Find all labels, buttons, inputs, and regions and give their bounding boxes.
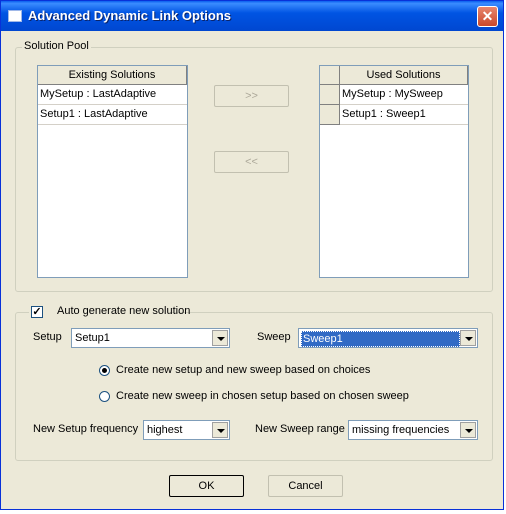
auto-generate-label: Auto generate new solution (57, 305, 191, 317)
setup-label: Setup (33, 331, 62, 343)
close-icon: ✕ (481, 8, 494, 24)
sweep-range-label: New Sweep range (255, 423, 345, 435)
cancel-button[interactable]: Cancel (268, 475, 343, 497)
chevron-down-icon[interactable] (460, 330, 476, 346)
sweep-range-value: missing frequencies (352, 424, 450, 436)
solution-pool-legend: Solution Pool (22, 40, 91, 52)
remove-solution-button[interactable]: << (214, 151, 289, 173)
new-sweep-option-label[interactable]: Create new sweep in chosen setup based o… (116, 390, 409, 402)
auto-generate-legend: ✓ Auto generate new solution (29, 305, 190, 321)
chevron-down-icon[interactable] (212, 330, 228, 346)
window-title: Advanced Dynamic Link Options (28, 8, 231, 23)
sweep-range-dropdown[interactable]: missing frequencies (348, 420, 478, 440)
existing-solutions-list[interactable]: Existing Solutions MySetup : LastAdaptiv… (37, 65, 188, 278)
chevron-down-icon[interactable] (460, 422, 476, 438)
used-solutions-header: Used Solutions (340, 66, 468, 85)
existing-solution-item[interactable]: MySetup : LastAdaptive (38, 85, 187, 105)
used-solution-item[interactable]: Setup1 : Sweep1 (340, 105, 468, 125)
add-solution-button[interactable]: >> (214, 85, 289, 107)
sweep-label: Sweep (257, 331, 291, 343)
row-header[interactable] (320, 105, 340, 125)
setup-frequency-label: New Setup frequency (33, 423, 139, 435)
used-solutions-list[interactable]: Used Solutions MySetup : MySweep Setup1 … (319, 65, 469, 278)
existing-solutions-header: Existing Solutions (38, 66, 187, 85)
dialog-window: Advanced Dynamic Link Options ✕ Solution… (0, 0, 504, 510)
setup-frequency-value: highest (147, 424, 183, 436)
new-sweep-radio[interactable] (99, 391, 110, 402)
used-solution-item[interactable]: MySetup : MySweep (340, 85, 468, 105)
new-setup-radio[interactable] (99, 365, 110, 376)
close-button[interactable]: ✕ (477, 6, 498, 27)
existing-solution-item[interactable]: Setup1 : LastAdaptive (38, 105, 187, 125)
sweep-dropdown[interactable]: Sweep1 (298, 328, 478, 348)
auto-generate-checkbox[interactable]: ✓ (31, 306, 43, 318)
new-setup-option-label[interactable]: Create new setup and new sweep based on … (116, 364, 370, 376)
row-header[interactable] (320, 85, 340, 105)
setup-dropdown-value: Setup1 (75, 332, 110, 344)
ok-button[interactable]: OK (169, 475, 244, 497)
setup-frequency-dropdown[interactable]: highest (143, 420, 230, 440)
title-bar[interactable]: Advanced Dynamic Link Options ✕ (1, 1, 503, 31)
used-solutions-corner (320, 66, 340, 85)
sweep-dropdown-value: Sweep1 (301, 331, 460, 347)
chevron-down-icon[interactable] (212, 422, 228, 438)
window-icon (8, 10, 22, 22)
setup-dropdown[interactable]: Setup1 (71, 328, 230, 348)
